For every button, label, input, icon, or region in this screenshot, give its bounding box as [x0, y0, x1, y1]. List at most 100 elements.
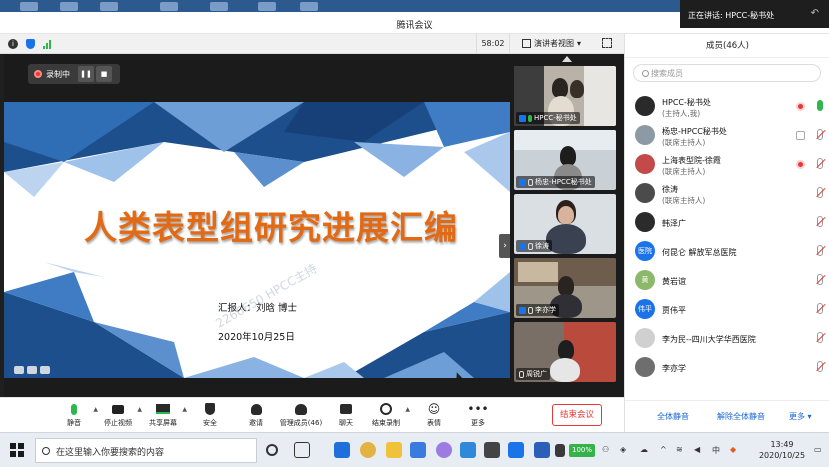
- desktop-icon[interactable]: [210, 2, 228, 11]
- app-icon[interactable]: [508, 442, 524, 458]
- edge-icon[interactable]: [334, 442, 350, 458]
- mic-off-icon[interactable]: [817, 158, 823, 169]
- member-name: 韩泽广: [662, 219, 686, 228]
- member-row[interactable]: 李为民--四川大学华西医院: [635, 326, 825, 352]
- desktop-icon[interactable]: [20, 2, 38, 11]
- chevron-up-icon[interactable]: [562, 56, 572, 62]
- more-button[interactable]: ••• 更多: [456, 402, 500, 428]
- video-thumbnail[interactable]: 徐涛: [514, 194, 616, 254]
- thumbnail-name: 李亦学: [535, 306, 556, 314]
- slide-pen-icon[interactable]: [27, 366, 37, 374]
- security-shield-icon[interactable]: [26, 39, 35, 49]
- members-panel: 成员(46人) 搜索成员 HPCC-秘书处 (主持人,我) 杨忠-HPCC秘书处 (联…: [624, 34, 829, 432]
- member-name: 李亦学: [662, 364, 686, 373]
- info-icon[interactable]: i: [8, 39, 18, 49]
- invite-button[interactable]: 邀请: [234, 402, 278, 428]
- members-panel-title: 成员(46人): [625, 34, 829, 58]
- view-switch[interactable]: 演讲者视图 ▾: [522, 38, 581, 49]
- windows-start-icon[interactable]: [10, 443, 24, 457]
- volume-icon[interactable]: ◀: [694, 445, 700, 454]
- member-name: 黄岩谊: [662, 277, 686, 286]
- emoji-button[interactable]: ☺ 表情: [412, 402, 456, 428]
- file-explorer-icon[interactable]: [386, 442, 402, 458]
- desktop-icon[interactable]: [258, 2, 276, 11]
- mail-icon[interactable]: [410, 442, 426, 458]
- mute-button[interactable]: 静音 ▲: [52, 402, 98, 428]
- signal-icon[interactable]: [43, 39, 51, 49]
- video-top-bar: i 58:02 演讲者视图 ▾: [0, 34, 624, 54]
- taskbar-search-input[interactable]: 在这里输入你要搜索的内容: [35, 438, 257, 463]
- ime-indicator[interactable]: 中: [712, 445, 720, 456]
- app-icon[interactable]: [436, 442, 452, 458]
- wifi-icon[interactable]: ≋: [676, 445, 683, 454]
- end-meeting-button[interactable]: 结束会议: [552, 404, 602, 426]
- taskbar-clock[interactable]: 13:49 2020/10/25: [752, 439, 812, 461]
- video-thumbnail[interactable]: HPCC-秘书处: [514, 66, 616, 126]
- member-row[interactable]: 医院 何昆仑 解放军总医院: [635, 239, 825, 265]
- desktop-icon[interactable]: [60, 2, 78, 11]
- battery-indicator[interactable]: 100%: [569, 444, 595, 457]
- mute-all-button[interactable]: 全体静音: [657, 411, 689, 422]
- video-thumbnail[interactable]: 周锐广: [514, 322, 616, 382]
- stop-record-button[interactable]: ■: [96, 66, 112, 82]
- mic-on-icon[interactable]: [817, 100, 823, 111]
- video-thumbnail[interactable]: 杨忠-HPCC秘书处: [514, 130, 616, 190]
- chat-button[interactable]: 聊天: [324, 402, 368, 428]
- calculator-icon[interactable]: [484, 442, 500, 458]
- task-view-icon[interactable]: [294, 442, 310, 458]
- pause-record-button[interactable]: ❚❚: [78, 66, 94, 82]
- chevron-up-icon[interactable]: ▲: [405, 406, 410, 413]
- slide-prev-icon[interactable]: [14, 366, 24, 374]
- more-options-button[interactable]: 更多 ▾: [789, 411, 812, 422]
- slide-menu-icon[interactable]: [40, 366, 50, 374]
- avatar: 医院: [635, 241, 655, 261]
- unmute-all-button[interactable]: 解除全体静音: [717, 411, 765, 422]
- member-row[interactable]: 徐涛 (联席主持人): [635, 181, 825, 207]
- cortana-icon[interactable]: [266, 444, 278, 456]
- member-row[interactable]: 黄黄岩谊: [635, 268, 825, 294]
- mic-off-icon[interactable]: [817, 245, 823, 256]
- fullscreen-icon[interactable]: [602, 38, 612, 48]
- member-row[interactable]: 伟平 贾伟平: [635, 297, 825, 323]
- share-screen-button[interactable]: 共享屏幕 ▲: [141, 402, 187, 428]
- desktop-icon[interactable]: [100, 2, 118, 11]
- mic-icon: [52, 402, 96, 416]
- mic-off-icon[interactable]: [817, 303, 823, 314]
- chevron-up-icon[interactable]: ▲: [182, 406, 187, 413]
- mic-off-icon[interactable]: [817, 129, 823, 140]
- app-tray-icon[interactable]: ◆: [730, 445, 736, 454]
- member-row[interactable]: 上海表型院-徐霞 (联席主持人): [635, 152, 825, 178]
- mic-icon[interactable]: [555, 444, 565, 457]
- member-row[interactable]: 韩泽广: [635, 210, 825, 236]
- video-thumbnail[interactable]: 李亦学: [514, 258, 616, 318]
- member-row[interactable]: 李亦学: [635, 355, 825, 381]
- desktop-icon[interactable]: [160, 2, 178, 11]
- share-icon: [796, 131, 805, 140]
- search-icon: [642, 70, 649, 77]
- stop-video-button[interactable]: 停止视频 ▲: [96, 402, 142, 428]
- tencent-meeting-icon[interactable]: [460, 442, 476, 458]
- notification-icon[interactable]: ▭: [814, 445, 822, 454]
- word-icon[interactable]: [534, 442, 550, 458]
- member-row[interactable]: HPCC-秘书处 (主持人,我): [635, 94, 825, 120]
- speaking-name: HPCC-秘书处: [725, 11, 775, 20]
- desktop-icon[interactable]: [300, 2, 318, 11]
- people-icon[interactable]: ⚇: [602, 445, 609, 454]
- network-icon[interactable]: ◈: [620, 445, 626, 454]
- undo-icon[interactable]: ↶: [811, 8, 819, 19]
- mic-off-icon[interactable]: [817, 361, 823, 372]
- member-search-input[interactable]: 搜索成员: [633, 64, 821, 82]
- security-button[interactable]: 安全: [188, 402, 232, 428]
- chrome-icon[interactable]: [360, 442, 376, 458]
- manage-members-button[interactable]: 管理成员(46): [276, 402, 326, 428]
- chevron-up-icon[interactable]: ^: [660, 445, 667, 454]
- stop-recording-button[interactable]: 结束录制 ▲: [364, 402, 410, 428]
- stop-video-label: 停止视频: [104, 419, 132, 427]
- mic-off-icon[interactable]: [817, 187, 823, 198]
- mic-off-icon[interactable]: [817, 274, 823, 285]
- mic-off-icon[interactable]: [817, 216, 823, 227]
- member-row[interactable]: 杨忠-HPCC秘书处 (联席主持人): [635, 123, 825, 149]
- member-role: (联席主持人): [662, 138, 706, 147]
- cloud-icon[interactable]: ☁: [640, 445, 648, 454]
- mic-off-icon[interactable]: [817, 332, 823, 343]
